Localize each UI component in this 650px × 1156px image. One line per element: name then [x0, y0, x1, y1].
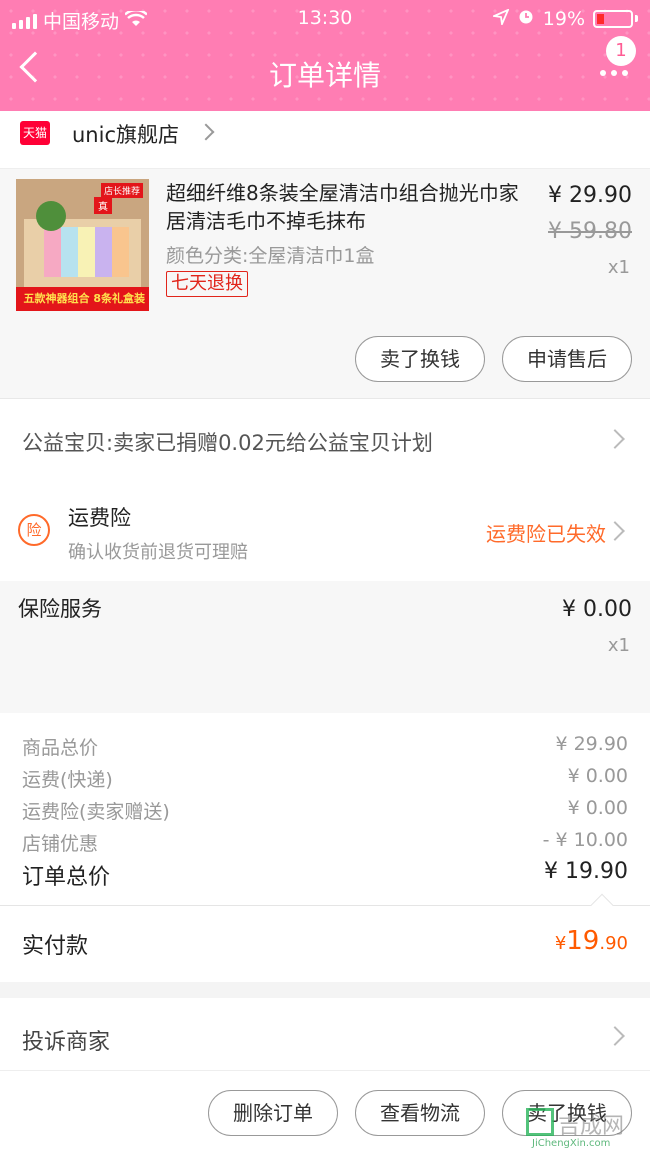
watermark-logo: 吉成网 JiChengXin.com: [526, 1104, 646, 1150]
summary-row: 商品总价 ¥ 29.90: [22, 733, 628, 759]
actual-payment-row: 实付款 ¥19.90: [0, 906, 650, 982]
notification-badge: 1: [606, 36, 636, 66]
battery-icon: [593, 9, 633, 28]
return-policy-badge: 七天退换: [166, 271, 248, 297]
charity-text: 公益宝贝:卖家已捐赠0.02元给公益宝贝计划: [22, 431, 433, 455]
summary-row: 运费(快递) ¥ 0.00: [22, 765, 628, 791]
shop-row[interactable]: 天猫 unic旗舰店: [0, 111, 650, 169]
status-bar: 中国移动 13:30 19%: [0, 0, 650, 36]
price-summary: 商品总价 ¥ 29.90 运费(快递) ¥ 0.00 运费险(卖家赠送) ¥ 0…: [0, 713, 650, 906]
actual-payment-label: 实付款: [22, 934, 89, 959]
complain-label: 投诉商家: [22, 1030, 111, 1055]
chevron-right-icon: [605, 1026, 625, 1046]
insurance-title: 运费险: [68, 506, 131, 530]
aftersale-button[interactable]: 申请售后: [502, 336, 632, 382]
original-price: ¥ 59.80: [548, 219, 632, 244]
shipping-insurance-row[interactable]: 险 运费险 确认收货前退货可理赔 运费险已失效: [0, 480, 650, 581]
actual-payment-value: ¥19.90: [554, 926, 628, 956]
delete-order-button[interactable]: 删除订单: [208, 1090, 338, 1136]
product-quantity: x1: [607, 257, 630, 278]
alarm-icon: [517, 7, 535, 30]
order-total-row: 订单总价 ¥ 19.90: [22, 859, 628, 890]
summary-row: 运费险(卖家赠送) ¥ 0.00: [22, 797, 628, 823]
shop-name: unic旗舰店: [72, 123, 179, 147]
insurance-service-item: 保险服务 ¥ 0.00 x1: [0, 581, 650, 713]
location-icon: [490, 7, 510, 30]
chevron-right-icon: [605, 429, 625, 449]
more-icon[interactable]: [600, 70, 628, 76]
insurance-subtitle: 确认收货前退货可理赔: [68, 542, 248, 563]
complain-row[interactable]: 投诉商家: [0, 998, 650, 1070]
service-quantity: x1: [607, 635, 630, 656]
product-sku: 颜色分类:全屋清洁巾1盒: [166, 245, 375, 267]
page-title: 订单详情: [268, 59, 381, 92]
product-thumbnail[interactable]: 店长推荐 真 五款神器组合 8条礼盒装: [16, 179, 149, 311]
charity-row[interactable]: 公益宝贝:卖家已捐赠0.02元给公益宝贝计划: [0, 398, 650, 480]
app-header: 中国移动 13:30 19% 订单详情 1: [0, 0, 650, 111]
insurance-status: 运费险已失效: [486, 522, 606, 546]
tmall-logo-icon: 天猫: [20, 121, 50, 145]
summary-row: 店铺优惠 - ¥ 10.00: [22, 829, 628, 855]
chevron-right-icon: [605, 521, 625, 541]
watermark-icon: [526, 1108, 554, 1136]
insurance-icon: 险: [18, 514, 50, 546]
product-name: 超细纤维8条装全屋清洁巾组合抛光巾家居清洁毛巾不掉毛抹布: [166, 181, 519, 233]
view-logistics-button[interactable]: 查看物流: [355, 1090, 485, 1136]
sell-button[interactable]: 卖了换钱: [355, 336, 485, 382]
service-title: 保险服务: [18, 597, 102, 621]
service-price: ¥ 0.00: [562, 597, 632, 622]
battery-percent: 19%: [542, 7, 585, 30]
product-price: ¥ 29.90: [548, 183, 632, 208]
chevron-right-icon: [197, 123, 215, 141]
product-item[interactable]: 店长推荐 真 五款神器组合 8条礼盒装 超细纤维8条装全屋清洁巾组合抛光巾家居清…: [0, 169, 650, 398]
